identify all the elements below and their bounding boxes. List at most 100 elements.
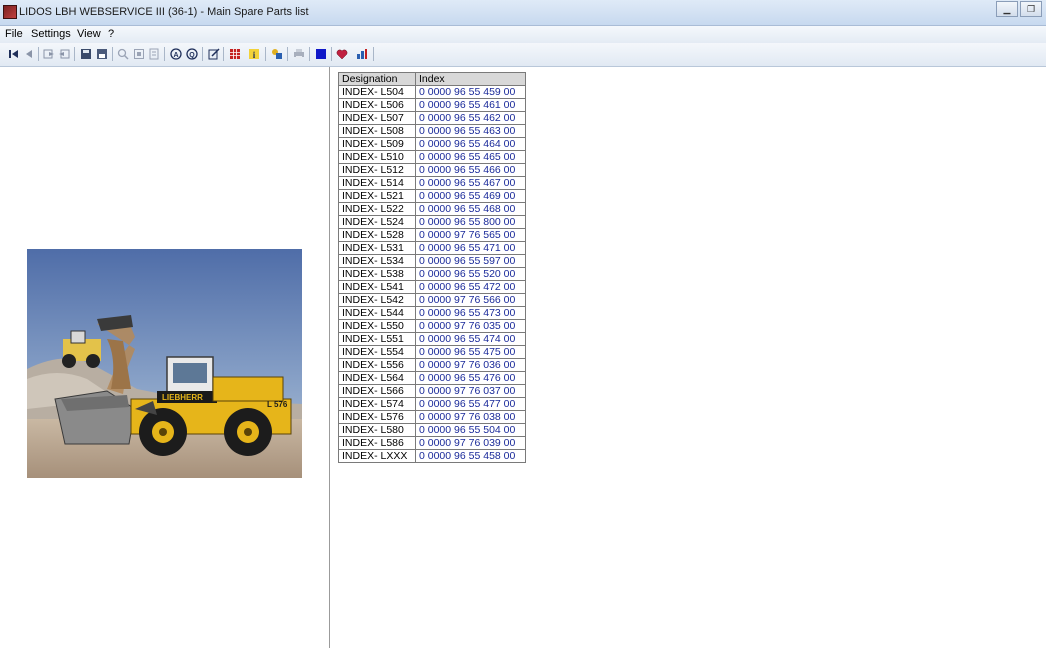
- table-row[interactable]: INDEX- L566 0 0000 97 76 037 00: [338, 384, 526, 398]
- designation-cell[interactable]: INDEX- L528: [338, 228, 416, 242]
- table-row[interactable]: INDEX- L509 0 0000 96 55 464 00: [338, 137, 526, 151]
- index-cell[interactable]: 0 0000 97 76 036 00: [415, 358, 526, 372]
- search-b-icon[interactable]: Q: [186, 48, 198, 60]
- table-row[interactable]: INDEX- L551 0 0000 96 55 474 00: [338, 332, 526, 346]
- index-cell[interactable]: 0 0000 96 55 458 00: [415, 449, 526, 463]
- designation-cell[interactable]: INDEX- L586: [338, 436, 416, 450]
- page-icon[interactable]: [148, 48, 160, 60]
- table-row[interactable]: INDEX- L514 0 0000 96 55 467 00: [338, 176, 526, 190]
- designation-cell[interactable]: INDEX- L524: [338, 215, 416, 229]
- table-row[interactable]: INDEX- L512 0 0000 96 55 466 00: [338, 163, 526, 177]
- fit-page-icon[interactable]: [133, 48, 145, 60]
- table-row[interactable]: INDEX- L506 0 0000 96 55 461 00: [338, 98, 526, 112]
- designation-cell[interactable]: INDEX- L538: [338, 267, 416, 281]
- index-cell[interactable]: 0 0000 96 55 477 00: [415, 397, 526, 411]
- index-cell[interactable]: 0 0000 96 55 469 00: [415, 189, 526, 203]
- import-icon[interactable]: [58, 48, 70, 60]
- export-icon[interactable]: [43, 48, 55, 60]
- floppy-icon[interactable]: [96, 48, 108, 60]
- bookmark-icon[interactable]: [356, 48, 368, 60]
- table-row[interactable]: INDEX- L564 0 0000 96 55 476 00: [338, 371, 526, 385]
- designation-cell[interactable]: INDEX- L531: [338, 241, 416, 255]
- table-row[interactable]: INDEX- L541 0 0000 96 55 472 00: [338, 280, 526, 294]
- table-row[interactable]: INDEX- L508 0 0000 96 55 463 00: [338, 124, 526, 138]
- column-header-designation[interactable]: Designation: [338, 72, 416, 86]
- prev-record-icon[interactable]: [23, 48, 35, 60]
- designation-cell[interactable]: INDEX- L508: [338, 124, 416, 138]
- designation-cell[interactable]: INDEX- L541: [338, 280, 416, 294]
- print-icon[interactable]: [293, 48, 305, 60]
- table-row[interactable]: INDEX- L510 0 0000 96 55 465 00: [338, 150, 526, 164]
- edit-icon[interactable]: [208, 48, 220, 60]
- designation-cell[interactable]: INDEX- L504: [338, 85, 416, 99]
- index-cell[interactable]: 0 0000 96 55 461 00: [415, 98, 526, 112]
- index-cell[interactable]: 0 0000 96 55 465 00: [415, 150, 526, 164]
- designation-cell[interactable]: INDEX- L534: [338, 254, 416, 268]
- table-row[interactable]: INDEX- L550 0 0000 97 76 035 00: [338, 319, 526, 333]
- designation-cell[interactable]: INDEX- LXXX: [338, 449, 416, 463]
- index-cell[interactable]: 0 0000 96 55 463 00: [415, 124, 526, 138]
- grid-icon[interactable]: [229, 48, 241, 60]
- index-cell[interactable]: 0 0000 96 55 475 00: [415, 345, 526, 359]
- table-row[interactable]: INDEX- L542 0 0000 97 76 566 00: [338, 293, 526, 307]
- table-row[interactable]: INDEX- L586 0 0000 97 76 039 00: [338, 436, 526, 450]
- table-row[interactable]: INDEX- L531 0 0000 96 55 471 00: [338, 241, 526, 255]
- designation-cell[interactable]: INDEX- L506: [338, 98, 416, 112]
- tools-icon[interactable]: [271, 48, 283, 60]
- index-cell[interactable]: 0 0000 96 55 468 00: [415, 202, 526, 216]
- designation-cell[interactable]: INDEX- L550: [338, 319, 416, 333]
- index-cell[interactable]: 0 0000 96 55 520 00: [415, 267, 526, 281]
- index-cell[interactable]: 0 0000 97 76 566 00: [415, 293, 526, 307]
- index-cell[interactable]: 0 0000 96 55 476 00: [415, 371, 526, 385]
- index-cell[interactable]: 0 0000 97 76 037 00: [415, 384, 526, 398]
- column-header-index[interactable]: Index: [415, 72, 526, 86]
- index-cell[interactable]: 0 0000 97 76 038 00: [415, 410, 526, 424]
- designation-cell[interactable]: INDEX- L551: [338, 332, 416, 346]
- index-cell[interactable]: 0 0000 96 55 467 00: [415, 176, 526, 190]
- favorite-icon[interactable]: [336, 48, 348, 60]
- table-row[interactable]: INDEX- L574 0 0000 96 55 477 00: [338, 397, 526, 411]
- index-cell[interactable]: 0 0000 96 55 474 00: [415, 332, 526, 346]
- designation-cell[interactable]: INDEX- L566: [338, 384, 416, 398]
- designation-cell[interactable]: INDEX- L507: [338, 111, 416, 125]
- table-row[interactable]: INDEX- L522 0 0000 96 55 468 00: [338, 202, 526, 216]
- table-row[interactable]: INDEX- L528 0 0000 97 76 565 00: [338, 228, 526, 242]
- designation-cell[interactable]: INDEX- L514: [338, 176, 416, 190]
- first-record-icon[interactable]: [8, 48, 20, 60]
- table-row[interactable]: INDEX- L521 0 0000 96 55 469 00: [338, 189, 526, 203]
- designation-cell[interactable]: INDEX- L564: [338, 371, 416, 385]
- stop-icon[interactable]: [315, 48, 327, 60]
- menu-settings[interactable]: Settings: [31, 28, 71, 40]
- designation-cell[interactable]: INDEX- L509: [338, 137, 416, 151]
- designation-cell[interactable]: INDEX- L510: [338, 150, 416, 164]
- index-cell[interactable]: 0 0000 96 55 504 00: [415, 423, 526, 437]
- index-cell[interactable]: 0 0000 96 55 597 00: [415, 254, 526, 268]
- index-cell[interactable]: 0 0000 97 76 035 00: [415, 319, 526, 333]
- designation-cell[interactable]: INDEX- L521: [338, 189, 416, 203]
- zoom-icon[interactable]: [117, 48, 129, 60]
- minimize-button[interactable]: ▁: [996, 1, 1018, 17]
- save-icon[interactable]: [80, 48, 92, 60]
- index-cell[interactable]: 0 0000 97 76 565 00: [415, 228, 526, 242]
- maximize-button[interactable]: ❐: [1020, 1, 1042, 17]
- designation-cell[interactable]: INDEX- L556: [338, 358, 416, 372]
- index-cell[interactable]: 0 0000 96 55 471 00: [415, 241, 526, 255]
- designation-cell[interactable]: INDEX- L544: [338, 306, 416, 320]
- index-cell[interactable]: 0 0000 96 55 473 00: [415, 306, 526, 320]
- table-row[interactable]: INDEX- L576 0 0000 97 76 038 00: [338, 410, 526, 424]
- table-row[interactable]: INDEX- L544 0 0000 96 55 473 00: [338, 306, 526, 320]
- table-row[interactable]: INDEX- L580 0 0000 96 55 504 00: [338, 423, 526, 437]
- table-row[interactable]: INDEX- L507 0 0000 96 55 462 00: [338, 111, 526, 125]
- index-cell[interactable]: 0 0000 96 55 464 00: [415, 137, 526, 151]
- table-row[interactable]: INDEX- L554 0 0000 96 55 475 00: [338, 345, 526, 359]
- index-cell[interactable]: 0 0000 96 55 459 00: [415, 85, 526, 99]
- table-row[interactable]: INDEX- LXXX 0 0000 96 55 458 00: [338, 449, 526, 463]
- index-cell[interactable]: 0 0000 97 76 039 00: [415, 436, 526, 450]
- index-cell[interactable]: 0 0000 96 55 800 00: [415, 215, 526, 229]
- designation-cell[interactable]: INDEX- L512: [338, 163, 416, 177]
- search-a-icon[interactable]: A: [170, 48, 182, 60]
- info-icon[interactable]: i: [248, 48, 260, 60]
- table-row[interactable]: INDEX- L538 0 0000 96 55 520 00: [338, 267, 526, 281]
- index-cell[interactable]: 0 0000 96 55 462 00: [415, 111, 526, 125]
- table-row[interactable]: INDEX- L534 0 0000 96 55 597 00: [338, 254, 526, 268]
